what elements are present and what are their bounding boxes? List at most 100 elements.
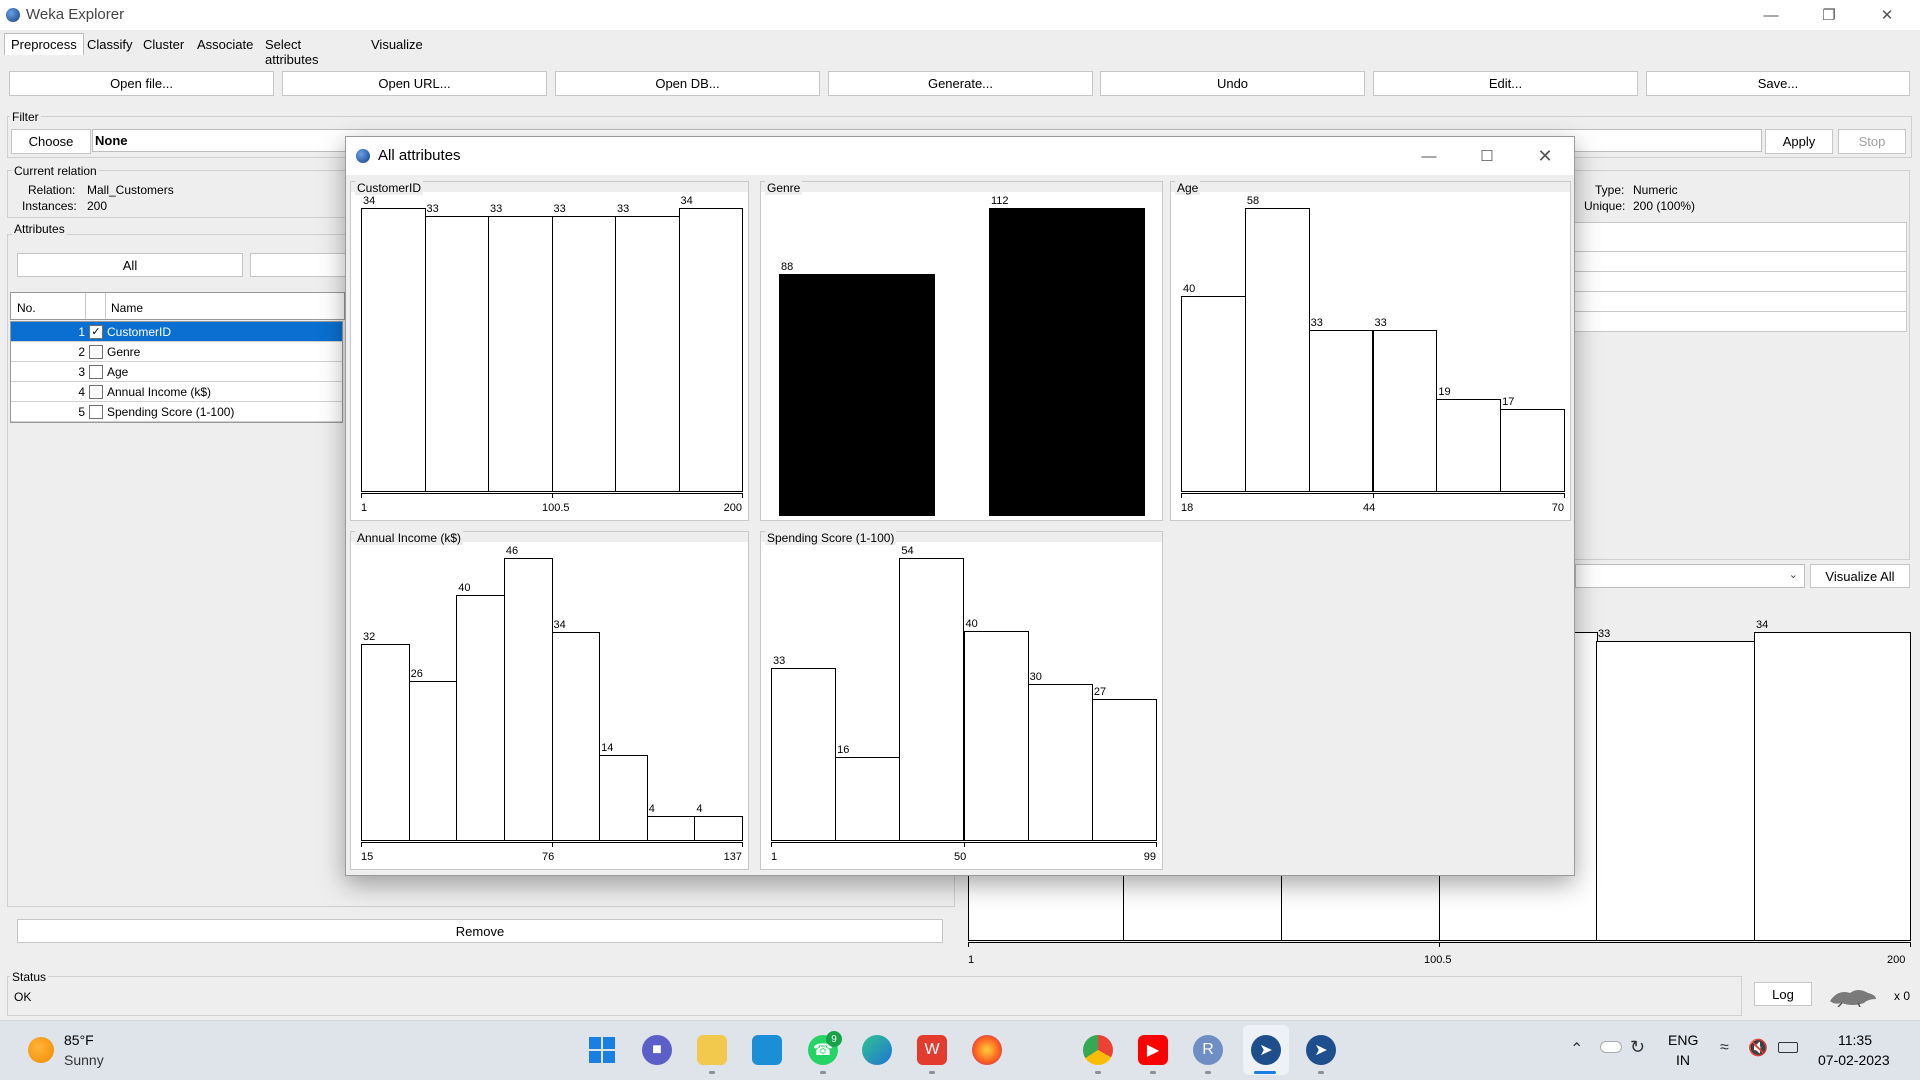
table-row[interactable]: 5 Spending Score (1-100) — [11, 402, 342, 422]
bar-count-label: 4 — [696, 803, 703, 815]
attr-number: 5 — [78, 405, 85, 419]
tab-visualize[interactable]: Visualize — [364, 33, 430, 55]
chevron-up-icon[interactable]: ⌃ — [1570, 1039, 1583, 1059]
bar-count-label: 16 — [837, 744, 850, 756]
instances-value: 200 — [87, 199, 108, 213]
bar-count-label: 32 — [363, 631, 376, 643]
weka-explorer-taskbar-icon[interactable]: ➤ — [1306, 1035, 1336, 1065]
class-select[interactable]: ⌄ — [1575, 564, 1805, 588]
generate-button[interactable]: Generate... — [828, 71, 1093, 96]
visualize-all-button[interactable]: Visualize All — [1810, 564, 1910, 588]
restore-button[interactable]: ❐ — [1800, 0, 1858, 30]
weka-taskbar-icon[interactable]: ➤ — [1251, 1035, 1281, 1065]
histogram-tick — [742, 493, 743, 498]
tab-classify[interactable]: Classify — [80, 33, 140, 55]
bar-count-label: 33 — [1310, 317, 1323, 329]
edge-browser-icon[interactable] — [862, 1035, 892, 1065]
histogram-bar — [456, 595, 505, 841]
histogram-bar — [599, 755, 648, 841]
weather-temp: 85°F — [64, 1032, 94, 1048]
filter-stop-button[interactable]: Stop — [1838, 129, 1906, 154]
language-code[interactable]: ENG — [1668, 1032, 1698, 1048]
attr-name: Age — [107, 365, 129, 379]
chrome-icon[interactable] — [1083, 1035, 1113, 1065]
tab-associate[interactable]: Associate — [190, 33, 260, 55]
popup-maximize-button[interactable]: ☐ — [1458, 141, 1516, 171]
task-count: x 0 — [1894, 989, 1911, 1003]
chevron-down-icon: ⌄ — [1788, 569, 1798, 581]
weka-app-icon — [6, 8, 20, 22]
type-key: Type: — [1595, 183, 1625, 197]
bar-count-label: 112 — [991, 195, 1009, 207]
histogram-panel-annual-income: Annual Income (k$) 32 26 40 46 34 14 4 4 15 76 137 — [350, 531, 749, 870]
youtube-icon[interactable]: ▶ — [1138, 1035, 1168, 1065]
histogram-tick — [964, 842, 965, 847]
clock-date[interactable]: 07-02-2023 — [1818, 1052, 1890, 1068]
firefox-icon[interactable] — [972, 1035, 1002, 1065]
attr-checkbox[interactable] — [89, 405, 103, 419]
window-title: Weka Explorer — [26, 6, 125, 23]
onedrive-icon[interactable] — [1600, 1041, 1622, 1053]
histogram-tick — [1156, 842, 1157, 847]
filter-choose-button[interactable]: Choose — [11, 129, 91, 154]
histogram-bar — [361, 208, 426, 492]
attr-checkbox[interactable] — [89, 345, 103, 359]
open-url-button[interactable]: Open URL... — [282, 71, 547, 96]
bar-count-label: 34 — [680, 195, 693, 207]
select-none-button[interactable] — [250, 253, 350, 277]
weather-desc: Sunny — [64, 1052, 104, 1068]
close-button[interactable]: ✕ — [1858, 0, 1916, 30]
wifi-icon[interactable]: ≈ — [1720, 1039, 1729, 1057]
relation-value: Mall_Customers — [87, 183, 174, 197]
table-row[interactable]: 1 ✓ CustomerID — [11, 322, 342, 342]
table-row[interactable]: 3 Age — [11, 362, 342, 382]
clock-time[interactable]: 11:35 — [1838, 1032, 1872, 1048]
histogram-bar — [615, 216, 680, 492]
tab-cluster[interactable]: Cluster — [136, 33, 191, 55]
table-row[interactable]: 4 Annual Income (k$) — [11, 382, 342, 402]
log-button[interactable]: Log — [1754, 982, 1812, 1006]
filter-apply-button[interactable]: Apply — [1765, 129, 1833, 154]
sync-icon[interactable]: ↻ — [1630, 1037, 1645, 1058]
histogram-panel-customerid: CustomerID 34 33 33 33 33 34 1 100.5 200 — [350, 181, 749, 521]
tab-select-attributes[interactable]: Select attributes — [258, 33, 325, 67]
r-app-icon[interactable]: R — [1193, 1035, 1223, 1065]
popup-minimize-button[interactable]: — — [1400, 141, 1458, 171]
histogram-title: Spending Score (1-100) — [765, 531, 897, 545]
attr-checkbox[interactable] — [89, 385, 103, 399]
table-row[interactable]: 2 Genre — [11, 342, 342, 362]
undo-button[interactable]: Undo — [1100, 71, 1365, 96]
select-all-button[interactable]: All — [17, 253, 243, 277]
tab-preprocess[interactable]: Preprocess — [4, 33, 84, 55]
histogram-bar — [1181, 296, 1246, 492]
mute-icon[interactable]: 🔇 — [1748, 1038, 1768, 1058]
histogram-tick — [552, 842, 553, 847]
battery-icon[interactable] — [1778, 1042, 1798, 1053]
histogram-bar — [361, 644, 410, 841]
histogram-bar — [694, 816, 743, 841]
edit-button[interactable]: Edit... — [1373, 71, 1638, 96]
teams-chat-icon[interactable]: ■ — [642, 1035, 672, 1065]
bar-count-label: 33 — [553, 203, 566, 215]
histogram-bar — [899, 558, 965, 841]
histogram-bar — [1436, 399, 1502, 492]
open-db-button[interactable]: Open DB... — [555, 71, 820, 96]
histogram-bar — [835, 757, 901, 841]
attr-checkbox[interactable] — [89, 365, 103, 379]
open-file-button[interactable]: Open file... — [9, 71, 274, 96]
desktop-app-icon[interactable] — [752, 1035, 782, 1065]
histogram-tick-label: 44 — [1363, 502, 1376, 514]
windows-start-icon[interactable] — [587, 1035, 617, 1065]
remove-button[interactable]: Remove — [17, 919, 943, 943]
popup-close-button[interactable]: ✕ — [1516, 141, 1574, 171]
main-hist-bar — [1754, 632, 1911, 941]
attr-checkbox[interactable]: ✓ — [89, 325, 103, 339]
region-code[interactable]: IN — [1676, 1052, 1690, 1068]
file-explorer-icon[interactable] — [697, 1035, 727, 1065]
minimize-button[interactable]: — — [1742, 0, 1800, 30]
attr-name: Genre — [107, 345, 141, 359]
save-button[interactable]: Save... — [1646, 71, 1910, 96]
popup-title: All attributes — [378, 147, 461, 164]
bar-count-label: 19 — [1438, 386, 1451, 398]
wps-office-icon[interactable]: W — [917, 1035, 947, 1065]
